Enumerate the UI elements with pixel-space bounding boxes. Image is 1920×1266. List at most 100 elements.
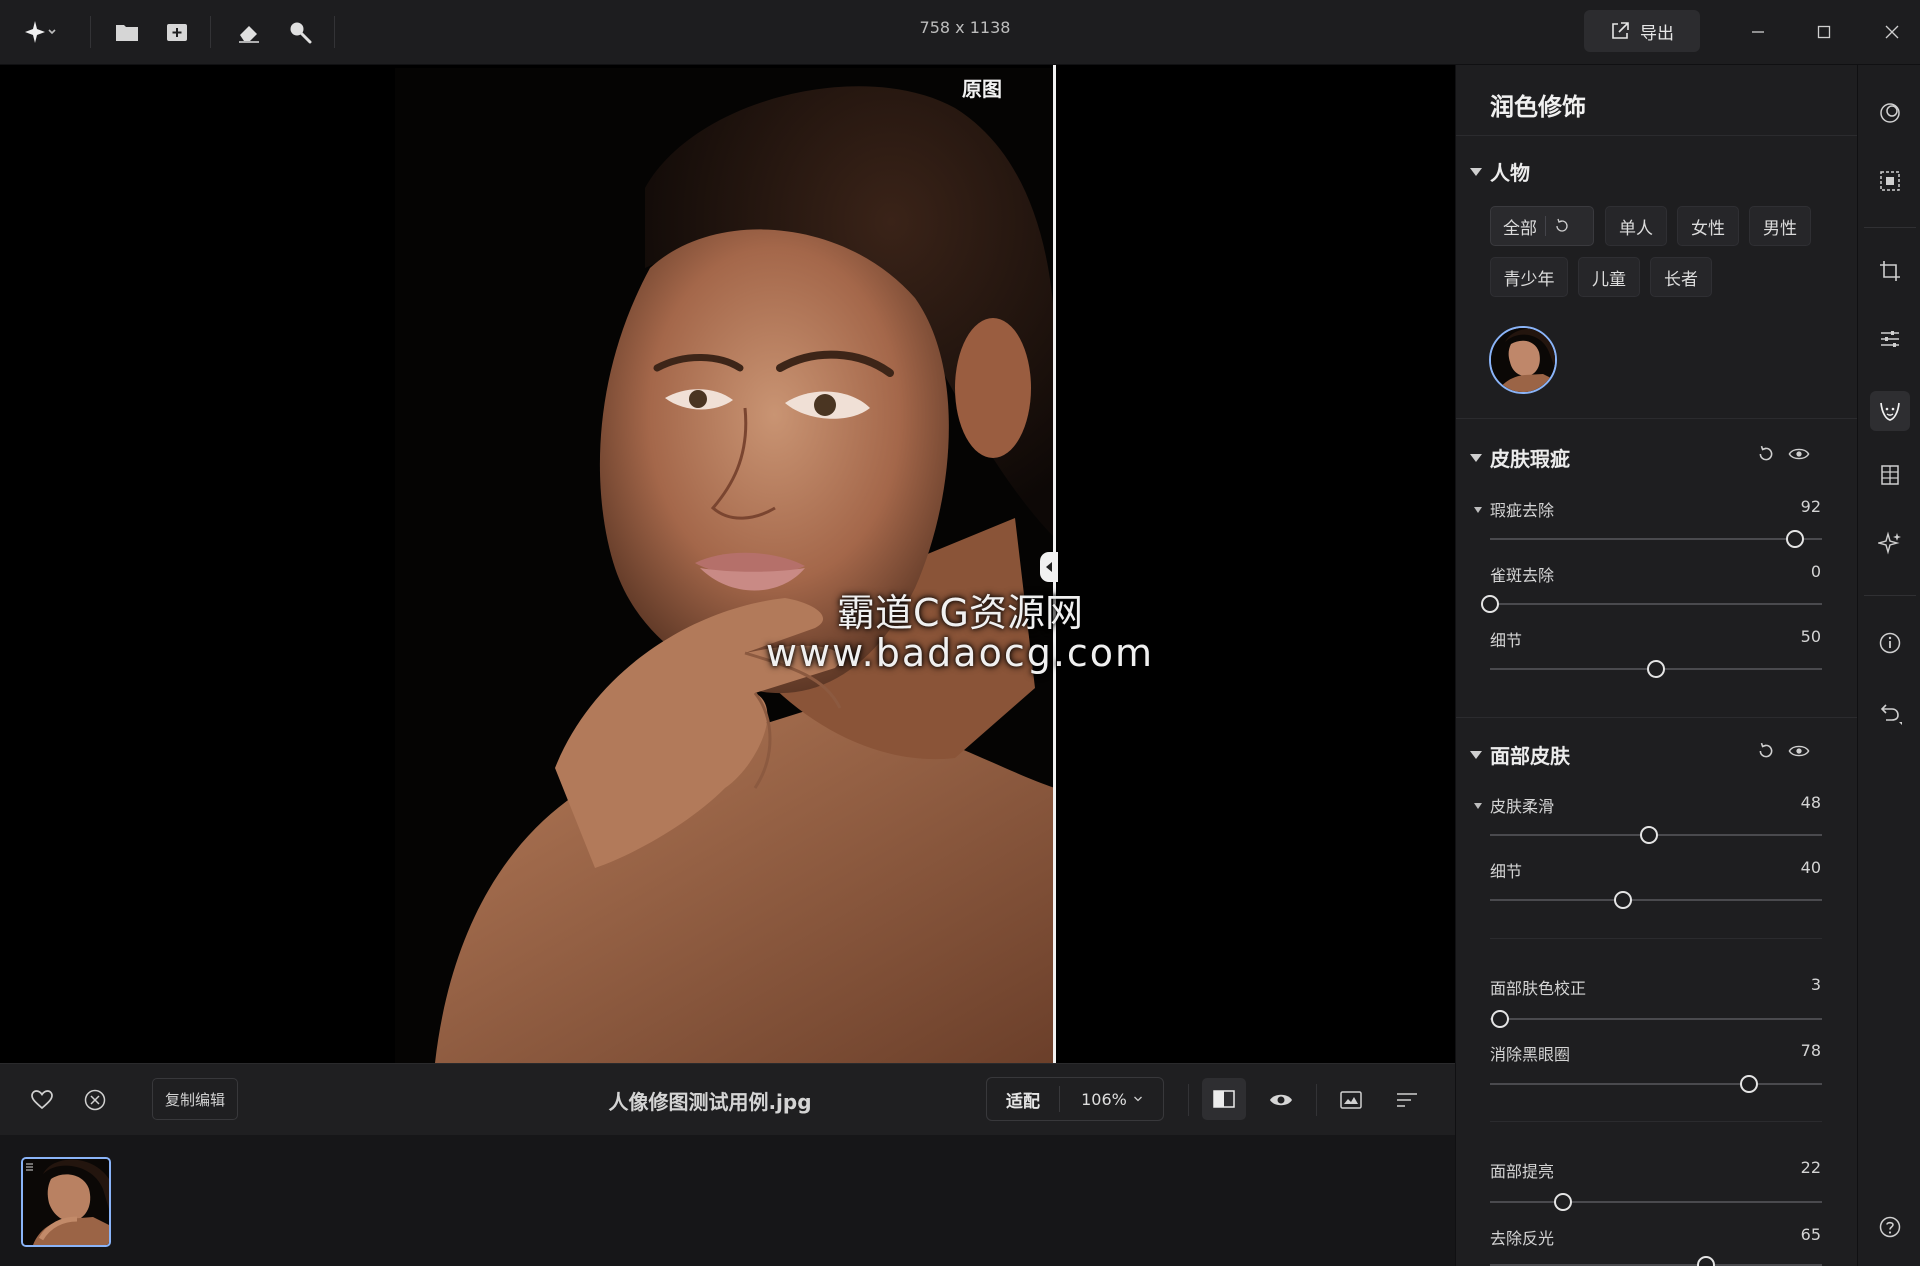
compare-handle[interactable] [1040, 552, 1058, 582]
slider-value: 3 [1810, 975, 1821, 994]
slider-label: 细节 [1490, 631, 1523, 650]
skin-blemish-title: 皮肤瑕疵 [1490, 447, 1570, 471]
title-bar: 758 x 1138 导出 [0, 0, 1920, 65]
chip-label: 全部 [1503, 218, 1537, 239]
heart-icon[interactable] [24, 1082, 60, 1118]
chip-all[interactable]: 全部 [1490, 206, 1594, 246]
maximize-icon[interactable] [1806, 14, 1842, 50]
slider-label: 皮肤柔滑 [1490, 797, 1555, 816]
collapse-caret-icon[interactable] [1470, 751, 1482, 759]
minimize-icon[interactable] [1740, 14, 1776, 50]
subsection-divider [1490, 938, 1822, 939]
dark-circle-removal-slider[interactable] [1490, 1075, 1822, 1093]
slider-value: 48 [1800, 793, 1821, 812]
zoom-value: 106% [1081, 1089, 1127, 1109]
zoom-dropdown[interactable]: 106% [1060, 1078, 1164, 1120]
fit-button[interactable]: 适配 [987, 1078, 1059, 1120]
eraser-icon[interactable] [231, 14, 267, 50]
slider-knob[interactable] [1554, 1193, 1573, 1211]
freckle-removal-slider[interactable] [1481, 595, 1822, 613]
building-icon[interactable] [1872, 457, 1908, 493]
slider-label: 雀斑去除 [1490, 566, 1555, 585]
thumbnail[interactable] [21, 1157, 111, 1247]
eye-icon[interactable] [1263, 1082, 1299, 1118]
adjust-sliders-icon[interactable] [1872, 321, 1908, 357]
folder-icon[interactable] [109, 14, 145, 50]
face-skin-title: 面部皮肤 [1490, 744, 1570, 768]
select-region-icon[interactable] [1872, 163, 1908, 199]
eye-icon[interactable] [1787, 442, 1811, 466]
skin-tone-correction-slider[interactable] [1490, 1010, 1822, 1028]
face-retouch-icon[interactable] [1872, 393, 1908, 429]
expand-caret-icon[interactable] [1474, 803, 1482, 809]
slider-knob[interactable] [1786, 530, 1805, 548]
expand-caret-icon[interactable] [1474, 507, 1482, 513]
slider-knob[interactable] [1696, 1256, 1715, 1266]
reset-icon[interactable] [1754, 442, 1778, 466]
color-circles-icon[interactable] [1872, 95, 1908, 131]
search-icon[interactable] [282, 14, 318, 50]
slider-knob[interactable] [1647, 660, 1665, 678]
slider-value: 92 [1800, 497, 1821, 516]
filmstrip [0, 1135, 1455, 1266]
eye-icon[interactable] [1787, 739, 1811, 763]
blemish-removal-slider[interactable] [1490, 530, 1822, 548]
help-icon[interactable] [1872, 1209, 1908, 1245]
file-name: 人像修图测试用例.jpg [608, 1090, 812, 1114]
collapse-caret-icon[interactable] [1470, 168, 1482, 176]
chip-male[interactable]: 男性 [1749, 206, 1811, 246]
chip-elder[interactable]: 长者 [1650, 257, 1712, 297]
slider-label: 细节 [1490, 862, 1523, 881]
panel-header: 润色修饰 [1456, 65, 1857, 136]
sparkle-menu-icon[interactable] [22, 14, 58, 50]
face-detail-slider[interactable] [1490, 891, 1822, 909]
sort-icon[interactable] [1389, 1082, 1425, 1118]
image-canvas[interactable]: 原图 霸道CG资源网 www.badaocg.com [0, 65, 1455, 1063]
section-divider [1456, 717, 1857, 718]
collapse-caret-icon[interactable] [1470, 454, 1482, 462]
chip-separator [1545, 216, 1546, 236]
face-avatar[interactable] [1489, 326, 1557, 394]
undo-history-icon[interactable] [1872, 695, 1908, 731]
copy-edit-button[interactable]: 复制编辑 [152, 1078, 238, 1120]
reset-icon[interactable] [1554, 218, 1570, 234]
slider-knob[interactable] [1481, 595, 1499, 613]
histogram-icon[interactable] [1333, 1082, 1369, 1118]
chip-child[interactable]: 儿童 [1578, 257, 1640, 297]
person-section-title: 人物 [1490, 161, 1530, 185]
toolbar-separator [1316, 1084, 1317, 1116]
slider-knob[interactable] [1640, 826, 1659, 844]
slider-knob[interactable] [1490, 1010, 1509, 1028]
split-compare-button[interactable] [1202, 1078, 1246, 1120]
export-button[interactable]: 导出 [1584, 10, 1700, 52]
export-label: 导出 [1640, 23, 1674, 44]
slider-label: 去除反光 [1490, 1229, 1555, 1248]
skin-smooth-slider[interactable] [1490, 826, 1822, 844]
sparkles-icon[interactable] [1872, 525, 1908, 561]
add-image-icon[interactable] [160, 14, 196, 50]
slider-knob[interactable] [1613, 891, 1632, 909]
image-dimensions: 758 x 1138 [919, 18, 1011, 37]
toolbar-separator [1864, 227, 1916, 228]
face-brighten-slider[interactable] [1490, 1193, 1822, 1211]
chip-single[interactable]: 单人 [1605, 206, 1667, 246]
slider-knob[interactable] [1739, 1075, 1758, 1093]
slider-value: 40 [1800, 858, 1821, 877]
slider-label: 面部肤色校正 [1490, 979, 1587, 998]
panel-title: 润色修饰 [1490, 93, 1586, 121]
chevron-down-icon [1133, 1095, 1143, 1103]
blemish-detail-slider[interactable] [1490, 660, 1822, 678]
toolbar-separator [90, 16, 91, 48]
reject-icon[interactable] [77, 1082, 113, 1118]
slider-label: 面部提亮 [1490, 1162, 1555, 1181]
slider-value: 50 [1800, 627, 1821, 646]
slider-value: 78 [1800, 1041, 1821, 1060]
chip-teen[interactable]: 青少年 [1490, 257, 1568, 297]
reset-icon[interactable] [1754, 739, 1778, 763]
crop-icon[interactable] [1872, 253, 1908, 289]
close-icon[interactable] [1874, 14, 1910, 50]
info-icon[interactable] [1872, 625, 1908, 661]
chip-female[interactable]: 女性 [1677, 206, 1739, 246]
zoom-control: 适配 106% [986, 1077, 1164, 1121]
slider-label: 瑕疵去除 [1490, 501, 1555, 520]
